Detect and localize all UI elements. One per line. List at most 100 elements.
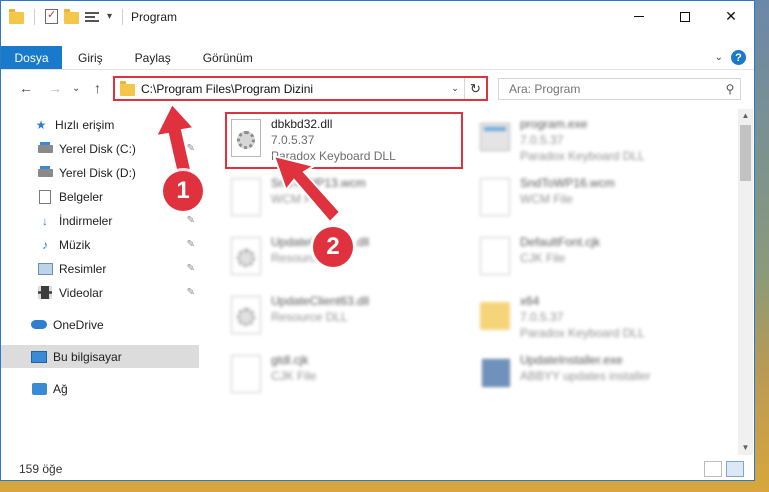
file-item[interactable]: UpdateInstaller.exe ABBYY updates instal… — [476, 350, 716, 402]
details-view-button[interactable] — [704, 461, 722, 477]
file-icon — [476, 176, 514, 222]
file-item[interactable]: UpdateClient63.dll Resource DLL — [227, 291, 467, 343]
pictures-icon — [37, 262, 53, 276]
sidebar-item-network[interactable]: Ağ — [1, 377, 199, 400]
disk-icon — [37, 141, 53, 156]
help-icon[interactable]: ? — [731, 50, 746, 65]
search-icon[interactable]: ⚲ — [720, 82, 740, 96]
onedrive-icon — [31, 318, 47, 332]
sidebar-item-label: Belgeler — [59, 189, 104, 204]
minimize-icon — [634, 16, 644, 17]
star-icon: ★ — [35, 117, 47, 132]
sidebar-item-label: Ağ — [53, 381, 68, 396]
file-name: program.exe — [520, 117, 588, 131]
folder-icon — [476, 294, 514, 340]
scroll-thumb[interactable] — [740, 125, 751, 181]
item-count: 159 öğe — [19, 462, 63, 476]
search-input[interactable] — [509, 82, 720, 96]
separator — [34, 8, 35, 25]
tab-home[interactable]: Giriş — [62, 46, 119, 69]
file-icon — [227, 176, 265, 222]
file-type: CJK File — [520, 251, 566, 265]
sidebar-item-label: Hızlı erişim — [55, 117, 115, 132]
file-name: gtdl.cjk — [271, 353, 309, 367]
sidebar-item-label: İndirmeler — [59, 213, 113, 228]
title-bar: ▾ Program ✕ — [1, 1, 754, 32]
view-buttons — [704, 461, 744, 477]
annotation-marker-1: 1 — [163, 171, 203, 211]
sidebar-item-music[interactable]: ♪ Müzik ✎ — [1, 233, 199, 256]
sidebar-item-pictures[interactable]: Resimler ✎ — [1, 257, 199, 280]
sidebar-item-quick-access[interactable]: ★ Hızlı erişim — [1, 113, 199, 136]
file-type: WCM File — [520, 192, 573, 206]
new-folder-icon[interactable] — [64, 8, 79, 24]
file-item[interactable]: gtdl.cjk CJK File — [227, 350, 467, 402]
file-name: x64 — [520, 294, 540, 308]
dll-gear-icon — [227, 235, 265, 281]
file-icon — [227, 353, 265, 399]
back-button[interactable]: ← — [19, 80, 33, 96]
scroll-up-button[interactable]: ▲ — [738, 109, 753, 123]
tiles-view-button[interactable] — [726, 461, 744, 477]
sidebar-item-label: Müzik — [59, 237, 91, 252]
disk-icon — [37, 165, 53, 180]
file-name: DefaultFont.cjk — [520, 235, 601, 249]
sidebar-item-downloads[interactable]: ↓ İndirmeler ✎ — [1, 209, 199, 232]
file-type: Resource DLL — [271, 310, 348, 324]
customize-toolbar-icon[interactable] — [85, 10, 101, 24]
file-item-program-exe[interactable]: program.exe 7.0.5.37 Paradox Keyboard DL… — [476, 114, 716, 166]
maximize-icon — [680, 11, 690, 22]
file-type: ABBYY updates installer — [520, 369, 651, 383]
sidebar-item-videos[interactable]: Videolar ✎ — [1, 281, 199, 304]
maximize-button[interactable] — [662, 1, 708, 32]
annotation-marker-2: 2 — [313, 227, 353, 267]
sidebar-item-label: Videolar — [59, 285, 103, 300]
chevron-down-icon[interactable]: ⌄ — [715, 52, 723, 63]
sidebar-item-label: Bu bilgisayar — [53, 349, 122, 364]
recent-locations-button[interactable]: ⌄ — [72, 83, 80, 94]
customize-dropdown-icon[interactable]: ▾ — [107, 11, 112, 22]
installer-icon — [476, 353, 514, 399]
address-row: ← → ⌄ ↑ C:\Program Files\Program Dizini … — [1, 72, 754, 104]
file-version: 7.0.5.37 — [520, 310, 564, 324]
download-icon: ↓ — [42, 213, 48, 228]
up-button[interactable]: ↑ — [94, 80, 101, 96]
quick-access-toolbar: ▾ — [1, 8, 127, 25]
address-bar[interactable]: C:\Program Files\Program Dizini ⌄ ↻ — [113, 76, 488, 101]
scroll-down-button[interactable]: ▼ — [738, 441, 753, 455]
file-item[interactable]: DefaultFont.cjk CJK File — [476, 232, 716, 284]
tab-file[interactable]: Dosya — [1, 46, 62, 69]
sidebar-item-disk-c[interactable]: Yerel Disk (C:) ✎ — [1, 137, 199, 160]
tab-view[interactable]: Görünüm — [187, 46, 269, 69]
file-item[interactable]: SndToWP16.wcm WCM File — [476, 173, 716, 225]
pin-icon: ✎ — [186, 215, 195, 226]
file-name: UpdateInstaller.exe — [520, 353, 623, 367]
refresh-button[interactable]: ↻ — [464, 78, 486, 99]
forward-button[interactable]: → — [48, 80, 62, 96]
file-icon — [476, 235, 514, 281]
file-name: SndToWP16.wcm — [520, 176, 615, 190]
status-bar: 159 öğe — [1, 458, 754, 480]
folder-item[interactable]: x64 7.0.5.37 Paradox Keyboard DLL — [476, 291, 716, 343]
separator — [122, 8, 124, 25]
minimize-button[interactable] — [616, 1, 662, 32]
search-box[interactable]: ⚲ — [498, 78, 741, 100]
sidebar-item-this-pc[interactable]: Bu bilgisayar — [1, 345, 199, 368]
sidebar-item-label: Yerel Disk (C:) — [59, 141, 136, 156]
file-description: Paradox Keyboard DLL — [520, 326, 645, 340]
sidebar-item-onedrive[interactable]: OneDrive — [1, 313, 199, 336]
file-name: SndToWP13.wcm — [271, 176, 366, 190]
file-item[interactable]: SndToWP13.wcm WCM File — [227, 173, 467, 225]
properties-check-icon[interactable] — [45, 8, 58, 24]
close-button[interactable]: ✕ — [708, 1, 754, 32]
file-version: 7.0.5.37 — [520, 133, 564, 147]
exe-icon — [476, 117, 514, 163]
tab-share[interactable]: Paylaş — [119, 46, 187, 69]
document-icon — [37, 189, 53, 204]
address-dropdown-button[interactable]: ⌄ — [446, 83, 464, 94]
vertical-scrollbar[interactable]: ▲ ▼ — [738, 109, 753, 455]
computer-icon — [31, 350, 47, 364]
window-title: Program — [131, 9, 178, 24]
network-icon — [31, 382, 47, 396]
target-file-highlight — [225, 112, 463, 169]
